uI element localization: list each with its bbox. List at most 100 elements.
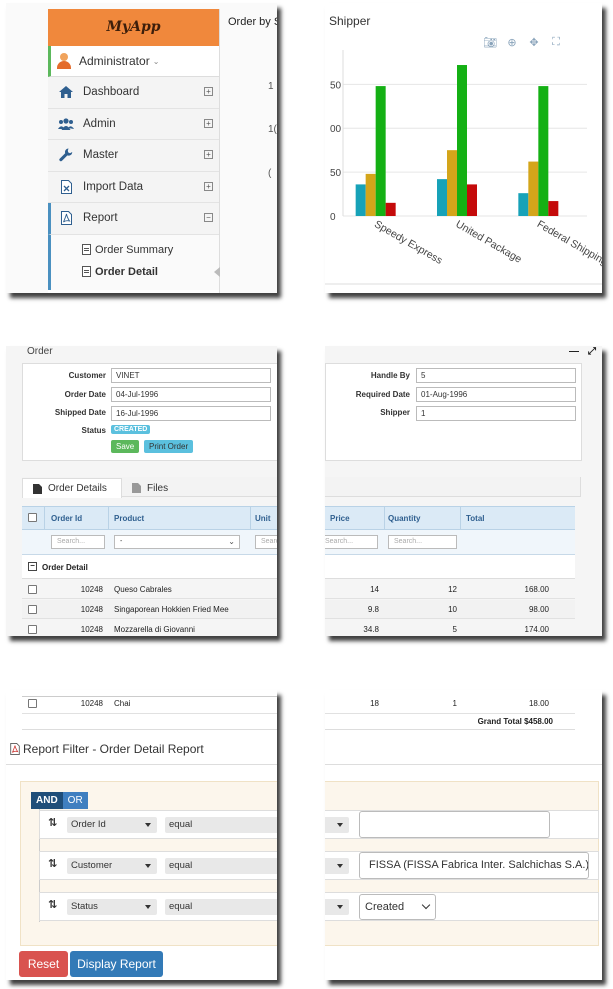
operator-select-end[interactable] xyxy=(325,899,349,915)
sidebar-item-import-data[interactable]: Import Data + xyxy=(48,171,219,203)
shipped-date-field[interactable]: 16-Jul-1996 xyxy=(111,406,271,421)
bar[interactable] xyxy=(385,202,396,216)
grid-footer: Grand Total $458.00 xyxy=(325,714,575,730)
sidebar-item-label: Master xyxy=(83,149,119,162)
order-date-field[interactable]: 04-Jul-1996 xyxy=(111,387,271,402)
order-id-value-input[interactable] xyxy=(359,811,550,838)
operator-select-end[interactable] xyxy=(325,858,349,874)
search-input[interactable]: Search... xyxy=(51,535,105,549)
bar[interactable] xyxy=(548,201,559,216)
drag-handle-icon[interactable]: ⇅ xyxy=(48,898,57,911)
maximize-icon[interactable]: ⤢ xyxy=(588,346,596,357)
tab-files[interactable]: Files xyxy=(132,478,168,498)
cell-product: Chai xyxy=(114,699,131,708)
bar[interactable] xyxy=(437,179,447,216)
table-row[interactable]: 18 1 18.00 xyxy=(325,695,575,714)
y-tick-label: 00 xyxy=(330,124,342,135)
cell-quantity: 10 xyxy=(448,605,457,614)
group-row[interactable]: − Order Detail xyxy=(22,555,277,579)
grid-search-row: Search... - ⌄ Search... xyxy=(22,530,277,555)
drag-handle-icon[interactable]: ⇅ xyxy=(48,857,57,870)
customer-field[interactable]: VINET xyxy=(111,368,271,383)
reset-button[interactable]: Reset xyxy=(19,951,68,977)
operator-select[interactable]: equal xyxy=(165,899,277,915)
tab-order-details[interactable]: Order Details xyxy=(22,478,122,498)
table-row[interactable]: 10248 Mozzarella di Giovanni xyxy=(22,620,277,636)
or-button[interactable]: OR xyxy=(62,792,88,809)
column-header-price[interactable]: Price xyxy=(330,514,350,523)
grid-footer xyxy=(22,714,277,730)
table-row[interactable]: 10248 Singaporean Hokkien Fried Mee xyxy=(22,600,277,619)
column-header-order-id[interactable]: Order Id xyxy=(51,514,82,523)
field-select[interactable]: Status xyxy=(67,899,157,915)
sidebar-item-dashboard[interactable]: Dashboard + xyxy=(48,77,219,109)
bar[interactable] xyxy=(538,86,549,216)
user-menu[interactable]: Administrator ⌄ xyxy=(48,46,219,77)
user-name: Administrator xyxy=(79,54,150,68)
cell-product: Mozzarella di Giovanni xyxy=(114,625,195,634)
column-header-quantity[interactable]: Quantity xyxy=(388,514,420,523)
bar[interactable] xyxy=(518,193,529,216)
x-tick-label: United Package xyxy=(454,218,524,266)
bar[interactable] xyxy=(375,86,386,216)
customer-value-input[interactable]: FISSA (FISSA Fabrica Inter. Salchichas S… xyxy=(359,852,589,879)
drag-handle-icon[interactable]: ⇅ xyxy=(48,816,57,829)
sidebar-item-report[interactable]: Report − xyxy=(48,203,219,235)
save-button[interactable]: Save xyxy=(111,440,140,453)
operator-select[interactable]: equal xyxy=(165,817,277,833)
cell-total: 168.00 xyxy=(524,585,549,594)
shipper-field[interactable]: 1 xyxy=(416,406,576,421)
minimize-icon[interactable]: — xyxy=(569,346,579,357)
table-row[interactable]: 9.8 10 98.00 xyxy=(325,600,575,619)
column-header-unit[interactable]: Unit xyxy=(255,514,271,523)
row-checkbox[interactable] xyxy=(28,605,37,614)
status-value-select[interactable]: Created xyxy=(359,894,436,920)
table-row[interactable]: 14 12 168.00 xyxy=(325,580,575,599)
submenu-item-order-summary[interactable]: Order Summary xyxy=(82,239,219,261)
row-checkbox[interactable] xyxy=(28,625,37,634)
document-icon xyxy=(132,483,141,493)
product-filter-select[interactable]: - ⌄ xyxy=(114,535,240,549)
table-row[interactable]: 10248 Chai xyxy=(22,695,277,714)
bar[interactable] xyxy=(365,173,376,216)
y-tick-label: 50 xyxy=(330,168,342,179)
operator-select-value: equal xyxy=(169,819,193,830)
sidebar: MyApp Administrator ⌄ Dashboard + Admin … xyxy=(48,9,220,293)
select-all-checkbox[interactable] xyxy=(28,513,37,522)
required-date-field[interactable]: 01-Aug-1996 xyxy=(416,387,576,402)
bar-chart: 50 00 50 0 Speedy Express United Package Feder… xyxy=(325,50,602,285)
search-input[interactable]: Search... xyxy=(255,535,277,549)
bar[interactable] xyxy=(447,150,457,216)
print-order-button[interactable]: Print Order xyxy=(144,440,194,453)
display-report-button[interactable]: Display Report xyxy=(70,951,163,977)
collapse-icon[interactable]: − xyxy=(28,562,37,571)
search-input[interactable]: Search... xyxy=(388,535,457,549)
column-header-product[interactable]: Product xyxy=(114,514,144,523)
operator-select-end[interactable] xyxy=(325,817,349,833)
sidebar-item-admin[interactable]: Admin + xyxy=(48,108,219,140)
cell-price: 18 xyxy=(370,699,379,708)
table-row[interactable]: 34.8 5 174.00 xyxy=(325,620,575,636)
bar[interactable] xyxy=(355,184,366,216)
column-header-total[interactable]: Total xyxy=(466,514,485,523)
app-logo[interactable]: MyApp xyxy=(48,9,219,46)
submenu-item-label: Order Detail xyxy=(95,265,158,278)
expand-icon: + xyxy=(204,181,213,191)
bar[interactable] xyxy=(467,184,477,216)
bar[interactable] xyxy=(528,161,539,216)
and-button[interactable]: AND xyxy=(31,792,63,809)
table-row[interactable]: 10248 Queso Cabrales xyxy=(22,580,277,599)
field-select[interactable]: Order Id xyxy=(67,817,157,833)
row-checkbox[interactable] xyxy=(28,585,37,594)
row-checkbox[interactable] xyxy=(28,699,37,708)
sidebar-collapse-handle[interactable] xyxy=(214,267,220,277)
search-input[interactable]: Search... xyxy=(325,535,378,549)
grid-search-row-right: Search... Search... xyxy=(325,530,575,555)
operator-select[interactable]: equal xyxy=(165,858,277,874)
sidebar-item-master[interactable]: Master + xyxy=(48,140,219,172)
cell-price: 9.8 xyxy=(367,605,379,614)
submenu-item-order-detail[interactable]: Order Detail xyxy=(82,261,219,283)
handle-by-field[interactable]: 5 xyxy=(416,368,576,383)
bar[interactable] xyxy=(457,65,467,216)
field-select[interactable]: Customer xyxy=(67,858,157,874)
